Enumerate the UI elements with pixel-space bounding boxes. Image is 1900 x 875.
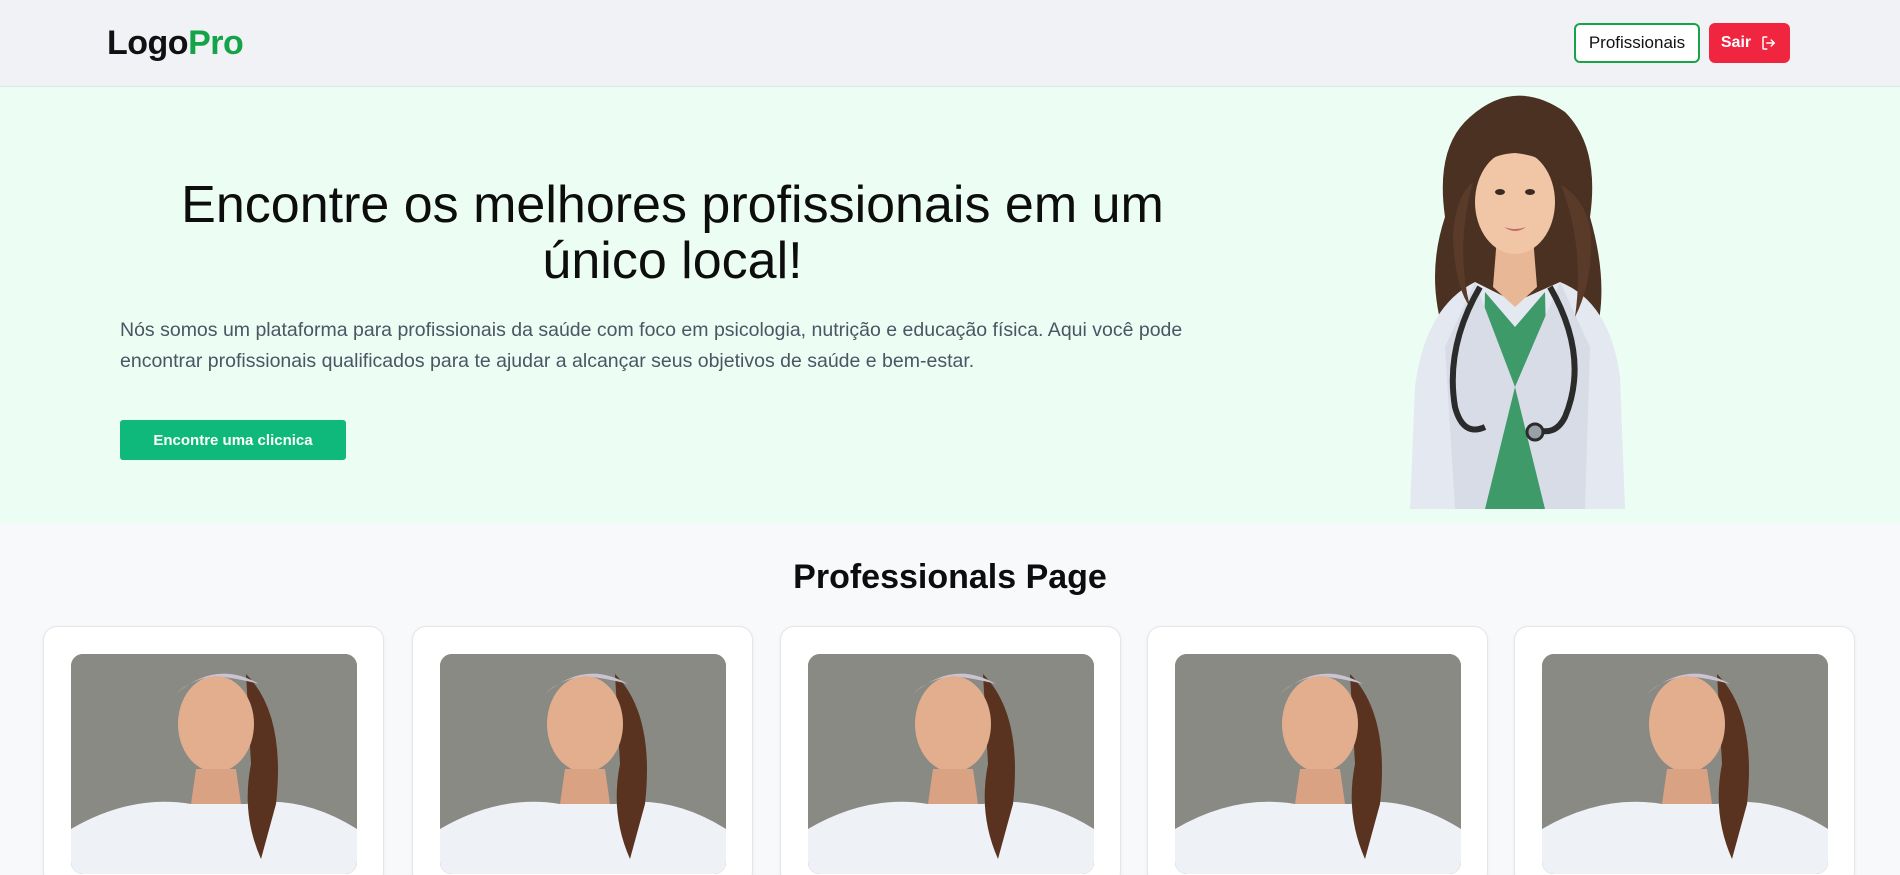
hero-description: Nós somos um plataforma para profissiona… <box>120 319 1183 372</box>
logo-text-accent: Pro <box>188 24 244 62</box>
professional-card[interactable] <box>780 626 1121 875</box>
professionals-list <box>43 626 1855 875</box>
logo[interactable]: LogoPro <box>107 24 244 63</box>
professional-card[interactable] <box>412 626 753 875</box>
logout-icon <box>1762 36 1776 50</box>
professional-photo <box>1542 654 1828 874</box>
professional-card[interactable] <box>43 626 384 875</box>
find-clinic-button[interactable]: Encontre uma clicnica <box>120 420 346 460</box>
professional-photo <box>71 654 357 874</box>
exit-button-label: Sair <box>1720 34 1752 51</box>
professional-card[interactable] <box>1514 626 1855 875</box>
professional-photo <box>440 654 726 874</box>
professional-photo <box>1175 654 1461 874</box>
hero-title: Encontre os melhores profissionais em um… <box>181 176 1164 290</box>
hero-section: Encontre os melhores profissionais em um… <box>0 87 1900 524</box>
doctor-illustration <box>1410 95 1625 509</box>
professional-card[interactable] <box>1147 626 1488 875</box>
professional-photo <box>808 654 1094 874</box>
top-navbar: LogoPro Profissionais Sair <box>0 0 1900 87</box>
exit-button[interactable]: Sair <box>1709 23 1790 63</box>
logo-text-primary: Logo <box>107 24 189 62</box>
section-title: Professionals Page <box>793 558 1107 596</box>
professionals-button[interactable]: Profissionais <box>1574 23 1700 63</box>
